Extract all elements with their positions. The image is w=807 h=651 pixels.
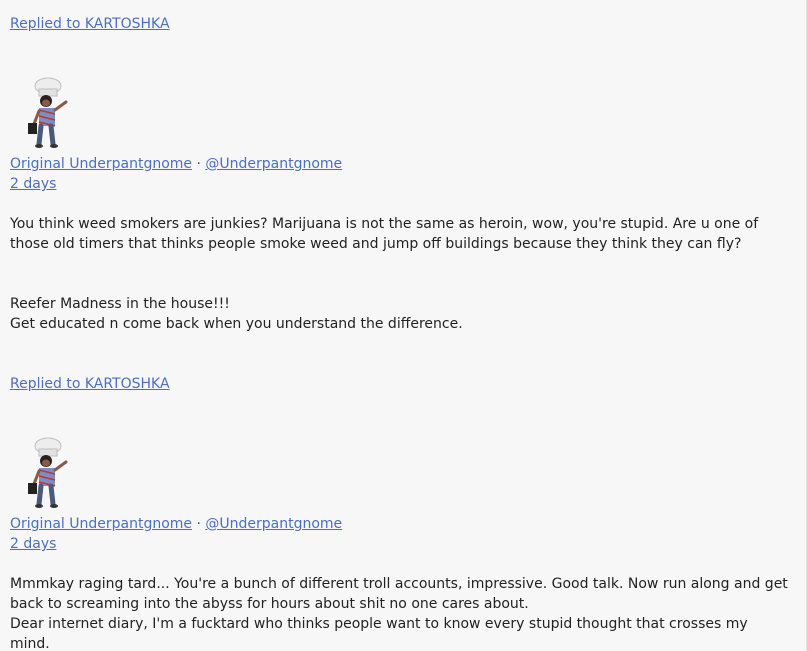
post-paragraph: Mmmkay raging tard... You're a bunch of … <box>10 576 788 612</box>
post-paragraph: You think weed smokers are junkies? Mari… <box>10 216 759 252</box>
reply-post: Replied to KARTOSHKA Original Underpantg… <box>10 374 790 651</box>
avatar[interactable] <box>22 436 82 512</box>
author-name-link[interactable]: Original Underpantgnome <box>10 156 192 172</box>
reply-feed: Replied to KARTOSHKA Original Underpantg… <box>0 0 807 651</box>
timestamp-line: 2 days <box>10 174 56 194</box>
post-body: Mmmkay raging tard... You're a bunch of … <box>10 574 790 651</box>
post-paragraph: Reefer Madness in the house!!! <box>10 296 230 312</box>
reply-post: Replied to KARTOSHKA Original Underpantg… <box>10 14 790 332</box>
author-name-link[interactable]: Original Underpantgnome <box>10 516 192 532</box>
chef-gnome-avatar-icon <box>28 77 68 148</box>
timestamp-link[interactable]: 2 days <box>10 176 56 192</box>
post-paragraph: Get educated n come back when you unders… <box>10 316 463 332</box>
separator: · <box>196 156 201 172</box>
author-line: Original Underpantgnome · @Underpantgnom… <box>10 154 342 174</box>
avatar[interactable] <box>22 76 82 152</box>
post-body: You think weed smokers are junkies? Mari… <box>10 214 790 334</box>
author-handle-link[interactable]: @Underpantgnome <box>205 156 342 172</box>
replied-to-link[interactable]: Replied to KARTOSHKA <box>10 374 790 394</box>
replied-to-link[interactable]: Replied to KARTOSHKA <box>10 14 790 34</box>
timestamp-line: 2 days <box>10 534 56 554</box>
timestamp-link[interactable]: 2 days <box>10 536 56 552</box>
chef-gnome-avatar-icon <box>28 437 68 508</box>
author-line: Original Underpantgnome · @Underpantgnom… <box>10 514 342 534</box>
author-handle-link[interactable]: @Underpantgnome <box>205 516 342 532</box>
separator: · <box>196 516 201 532</box>
post-paragraph: Dear internet diary, I'm a fucktard who … <box>10 616 748 651</box>
